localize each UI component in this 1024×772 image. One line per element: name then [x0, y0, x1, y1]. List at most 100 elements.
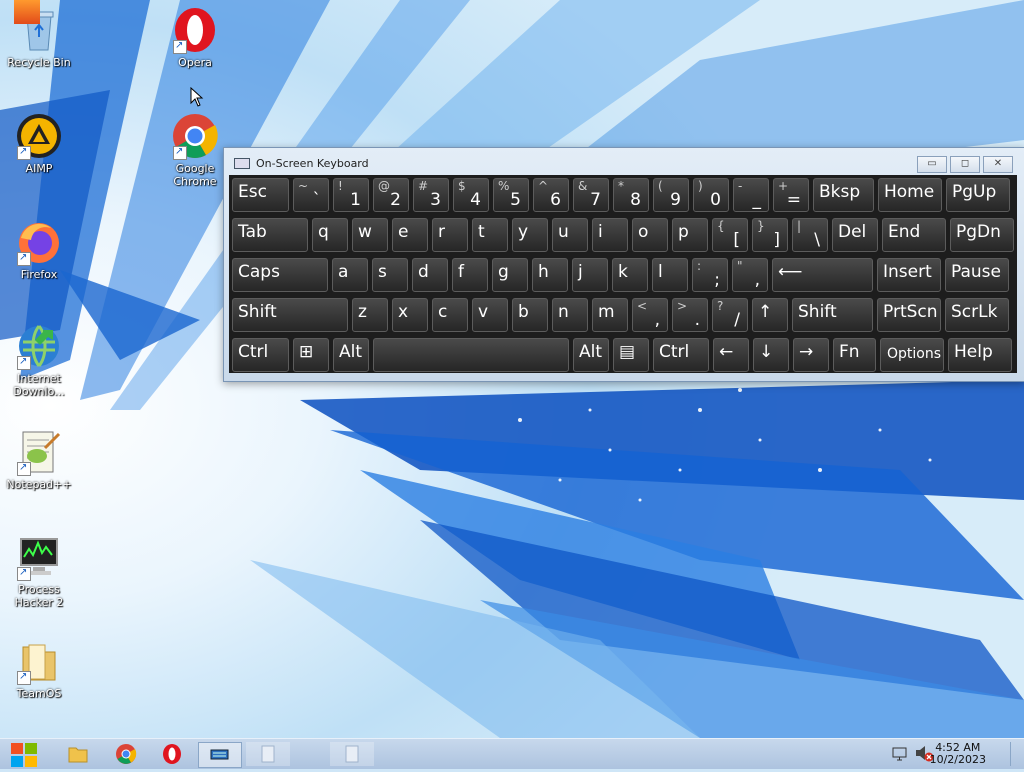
key-y[interactable]: y [512, 218, 548, 252]
key-m[interactable]: m [592, 298, 628, 332]
key-alt[interactable]: Alt [573, 338, 609, 372]
key-b[interactable]: b [512, 298, 548, 332]
key-pgdn[interactable]: PgDn [950, 218, 1014, 252]
key-down-arrow[interactable]: ↓ [753, 338, 789, 372]
minimize-button[interactable]: ▭ [917, 156, 947, 173]
key-d[interactable]: d [412, 258, 448, 292]
key-end[interactable]: End [882, 218, 946, 252]
key-sym-8[interactable]: <, [632, 298, 668, 332]
key-sym-5[interactable]: $4 [453, 178, 489, 212]
key-options[interactable]: Options [880, 338, 944, 372]
key-menu[interactable]: ▤ [613, 338, 649, 372]
key-sym-10[interactable]: ? / [712, 298, 748, 332]
key-esc[interactable]: Esc [232, 178, 289, 212]
key-sym-7[interactable]: ^ 6 [533, 178, 569, 212]
key-sym-8[interactable]: & 7 [573, 178, 609, 212]
desktop-icon-firefox[interactable]: Firefox [1, 218, 77, 281]
key-z[interactable]: z [352, 298, 388, 332]
key-g[interactable]: g [492, 258, 528, 292]
key-sym-10[interactable]: (9 [653, 178, 689, 212]
key-ctrl[interactable]: Ctrl [232, 338, 289, 372]
key-left-arrow[interactable]: ← [713, 338, 749, 372]
key-sym-10[interactable]: :; [692, 258, 728, 292]
key-e[interactable]: e [392, 218, 428, 252]
show-desktop-button[interactable] [1010, 742, 1023, 766]
key-caps[interactable]: Caps [232, 258, 328, 292]
taskbar-chrome[interactable] [114, 742, 144, 766]
key-q[interactable]: q [312, 218, 348, 252]
taskbar-opera[interactable] [160, 742, 190, 766]
desktop-icon-google-chrome[interactable]: Google Chrome [157, 112, 233, 188]
key-w[interactable]: w [352, 218, 388, 252]
key-a[interactable]: a [332, 258, 368, 292]
desktop-icon-opera[interactable]: Opera [157, 6, 233, 69]
on-screen-keyboard-window[interactable]: On-Screen Keyboard ▭ ◻ ✕ Esc ~ `! 1 @2 #3 $4% 5… [223, 147, 1024, 382]
key-shift[interactable]: Shift [792, 298, 873, 332]
key-space[interactable] [373, 338, 569, 372]
key-v[interactable]: v [472, 298, 508, 332]
key-u[interactable]: u [552, 218, 588, 252]
desktop-icon-notepad-plus-plus[interactable]: Notepad++ [1, 428, 77, 491]
window-title-bar[interactable]: On-Screen Keyboard [234, 157, 369, 170]
key-p[interactable]: p [672, 218, 708, 252]
key-bksp[interactable]: Bksp [813, 178, 874, 212]
key-l[interactable]: l [652, 258, 688, 292]
key-sym-2[interactable]: ! 1 [333, 178, 369, 212]
key-fn[interactable]: Fn [833, 338, 876, 372]
desktop-icon-process-hacker[interactable]: Process Hacker 2 [1, 533, 77, 609]
key-s[interactable]: s [372, 258, 408, 292]
key-sym-11[interactable]: ", [732, 258, 768, 292]
key-sym-13[interactable]: + = [773, 178, 809, 212]
desktop-icon-teamos[interactable]: TeamOS [1, 637, 77, 700]
key-f[interactable]: f [452, 258, 488, 292]
maximize-button[interactable]: ◻ [950, 156, 980, 173]
key-sym-12[interactable]: - _ [733, 178, 769, 212]
key-sym-3[interactable]: @2 [373, 178, 409, 212]
key-ctrl[interactable]: Ctrl [653, 338, 709, 372]
desktop-icon-internet-download-manager[interactable]: Internet Downlo... [1, 322, 77, 398]
key-right-arrow[interactable]: → [793, 338, 829, 372]
key-sym-1[interactable]: ~ ` [293, 178, 329, 212]
key-sym-9[interactable]: >. [672, 298, 708, 332]
key-insert[interactable]: Insert [877, 258, 941, 292]
key-enter[interactable]: ⟵ [772, 258, 873, 292]
key-help[interactable]: Help [948, 338, 1012, 372]
close-button[interactable]: ✕ [983, 156, 1013, 173]
key-o[interactable]: o [632, 218, 668, 252]
key-h[interactable]: h [532, 258, 568, 292]
key-prtscn[interactable]: PrtScn [877, 298, 941, 332]
desktop-icon-recycle-bin[interactable]: Recycle Bin [1, 0, 77, 69]
key-sym-11[interactable]: ) 0 [693, 178, 729, 212]
start-button[interactable] [6, 742, 46, 767]
key-pause[interactable]: Pause [945, 258, 1009, 292]
key-i[interactable]: i [592, 218, 628, 252]
key-c[interactable]: c [432, 298, 468, 332]
key-sym-9[interactable]: * 8 [613, 178, 649, 212]
key-j[interactable]: j [572, 258, 608, 292]
taskbar-on-screen-keyboard[interactable] [198, 742, 242, 768]
key-r[interactable]: r [432, 218, 468, 252]
key-up-arrow[interactable]: ↑ [752, 298, 788, 332]
taskbar-file-explorer[interactable] [66, 742, 96, 766]
key-n[interactable]: n [552, 298, 588, 332]
key-del[interactable]: Del [832, 218, 878, 252]
key-shift[interactable]: Shift [232, 298, 348, 332]
key-t[interactable]: t [472, 218, 508, 252]
key-windows[interactable]: ⊞ [293, 338, 329, 372]
key-sym-12[interactable]: }] [752, 218, 788, 252]
key-scrlk[interactable]: ScrLk [945, 298, 1009, 332]
taskbar-window-1[interactable] [246, 742, 290, 766]
key-sym-4[interactable]: #3 [413, 178, 449, 212]
key-tab[interactable]: Tab [232, 218, 308, 252]
key-home[interactable]: Home [878, 178, 942, 212]
network-icon[interactable] [890, 742, 910, 766]
system-clock[interactable]: 4:52 AM 10/2/2023 [930, 742, 986, 766]
key-x[interactable]: x [392, 298, 428, 332]
key-sym-11[interactable]: {[ [712, 218, 748, 252]
desktop-icon-aimp[interactable]: AIMP [1, 112, 77, 175]
key-alt[interactable]: Alt [333, 338, 369, 372]
key-k[interactable]: k [612, 258, 648, 292]
key-backslash[interactable]: | \ [792, 218, 828, 252]
key-pgup[interactable]: PgUp [946, 178, 1010, 212]
taskbar-window-2[interactable] [330, 742, 374, 766]
